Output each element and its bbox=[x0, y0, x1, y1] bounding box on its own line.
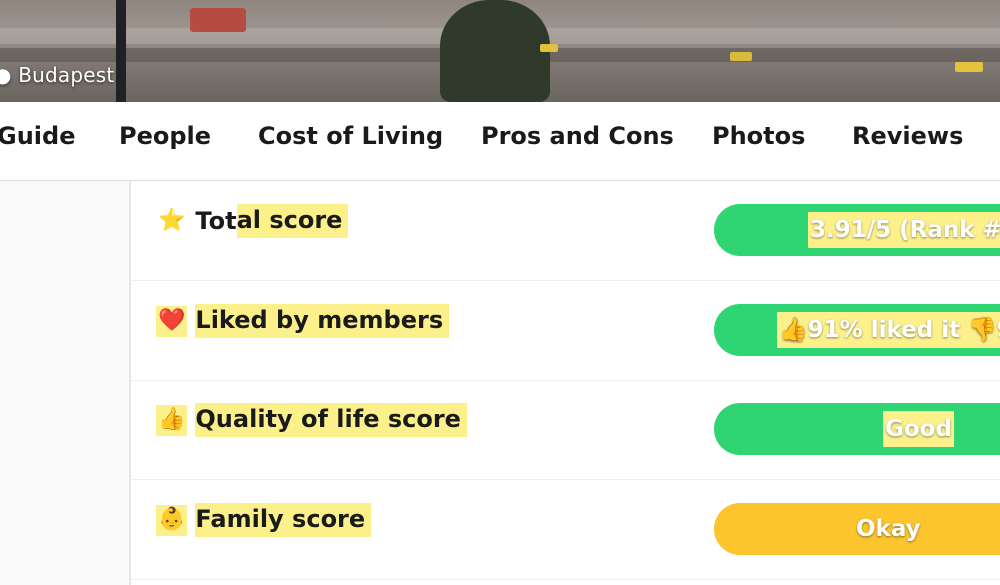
score-row-liked: ❤️ Liked by members 👍91% liked it 👎9 bbox=[131, 281, 1000, 381]
left-sidebar bbox=[0, 181, 131, 585]
score-label-text: Quality of life score bbox=[195, 403, 467, 437]
score-value: Okay bbox=[856, 516, 921, 542]
thumbs-up-icon: 👍 bbox=[156, 404, 188, 436]
score-row-total: ⭐ Tot al score 3.91/5 (Rank #3 bbox=[131, 181, 1000, 281]
score-label-text: Liked by members bbox=[195, 304, 450, 338]
location-pin-icon: ● bbox=[0, 63, 12, 87]
score-row-family: 👶 Family score Okay bbox=[131, 480, 1000, 580]
score-label: 👶 Family score bbox=[156, 501, 372, 539]
score-label: 👍 Quality of life score bbox=[156, 401, 467, 439]
star-icon: ⭐ bbox=[158, 207, 186, 233]
hero-bus bbox=[190, 8, 246, 32]
score-value-bar: 👍91% liked it 👎9 bbox=[714, 304, 1000, 356]
score-label-text-start: Tot bbox=[195, 207, 237, 235]
score-label: ❤️ Liked by members bbox=[156, 302, 450, 340]
score-label: ⭐ Tot al score bbox=[156, 202, 349, 240]
score-value: 👍91% liked it 👎9 bbox=[777, 312, 1000, 348]
hero-car bbox=[540, 44, 558, 52]
hero-pole bbox=[116, 0, 126, 102]
score-value: Good bbox=[883, 411, 954, 447]
hero-caption: ● Budapest bbox=[0, 63, 114, 87]
tab-photos[interactable]: Photos bbox=[712, 122, 805, 150]
tab-guide[interactable]: Guide bbox=[0, 122, 75, 150]
score-value-bar: Good bbox=[714, 403, 1000, 455]
hero-car bbox=[730, 52, 752, 61]
score-label-text: Family score bbox=[195, 503, 372, 537]
hero-photo: ● Budapest bbox=[0, 0, 1000, 102]
heart-icon: ❤️ bbox=[156, 305, 188, 337]
score-value-bar: 3.91/5 (Rank #3 bbox=[714, 204, 1000, 256]
hero-car bbox=[955, 62, 983, 72]
section-nav: Guide People Cost of Living Pros and Con… bbox=[0, 102, 1000, 181]
score-value-bar: Okay bbox=[714, 503, 1000, 555]
hero-caption-text: Budapest bbox=[18, 63, 115, 87]
score-value: 3.91/5 (Rank #3 bbox=[808, 212, 1000, 248]
tab-pros-and-cons[interactable]: Pros and Cons bbox=[481, 122, 674, 150]
baby-icon: 👶 bbox=[156, 504, 188, 536]
tab-people[interactable]: People bbox=[119, 122, 211, 150]
tab-reviews[interactable]: Reviews bbox=[852, 122, 963, 150]
tab-cost-of-living[interactable]: Cost of Living bbox=[258, 122, 443, 150]
score-label-text: al score bbox=[236, 204, 349, 238]
score-row-quality-of-life: 👍 Quality of life score Good bbox=[131, 380, 1000, 480]
hero-tree bbox=[440, 0, 550, 102]
